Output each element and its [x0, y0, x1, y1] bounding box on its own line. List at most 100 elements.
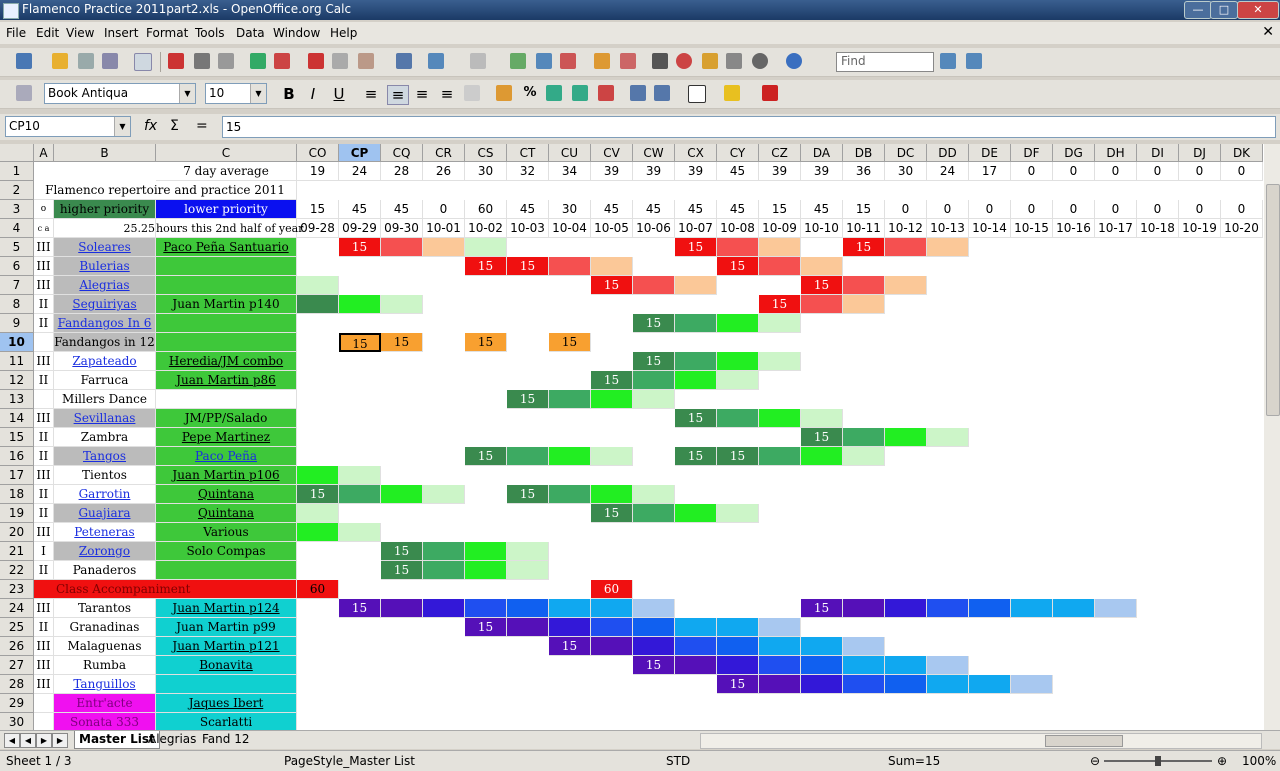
- row-source[interactable]: Heredia/JM combo: [156, 352, 297, 371]
- sort-descending-icon[interactable]: [560, 53, 576, 69]
- menu-format[interactable]: Format: [146, 26, 188, 40]
- styles-icon[interactable]: [16, 85, 32, 101]
- column-header[interactable]: CZ: [759, 144, 801, 162]
- cut-icon[interactable]: [308, 53, 324, 69]
- row-level[interactable]: II: [34, 447, 54, 466]
- hours-value[interactable]: 45: [507, 200, 549, 219]
- heat-cell[interactable]: 15: [339, 599, 381, 618]
- heat-cell[interactable]: [633, 485, 675, 504]
- page-preview-icon[interactable]: [218, 53, 234, 69]
- heat-cell[interactable]: [801, 409, 843, 428]
- heat-cell[interactable]: [759, 257, 801, 276]
- row-source[interactable]: [156, 257, 297, 276]
- row-name[interactable]: Millers Dance: [54, 390, 156, 409]
- row-header[interactable]: 22: [0, 561, 34, 580]
- average-value[interactable]: 17: [969, 162, 1011, 181]
- first-sheet-icon[interactable]: ◀: [4, 733, 20, 748]
- row-source[interactable]: Quintana: [156, 485, 297, 504]
- date-header[interactable]: 10-18: [1137, 219, 1179, 238]
- average-value[interactable]: 26: [423, 162, 465, 181]
- column-header[interactable]: CO: [297, 144, 339, 162]
- heat-cell[interactable]: [675, 504, 717, 523]
- heat-cell[interactable]: 15: [675, 447, 717, 466]
- date-header[interactable]: 10-12: [885, 219, 927, 238]
- row-header[interactable]: 12: [0, 371, 34, 390]
- row-header[interactable]: 7: [0, 276, 34, 295]
- zoom-icon[interactable]: [752, 53, 768, 69]
- menu-view[interactable]: View: [66, 26, 94, 40]
- percent-button[interactable]: %: [520, 85, 540, 100]
- row-header[interactable]: 15: [0, 428, 34, 447]
- heat-cell[interactable]: [969, 675, 1011, 694]
- date-header[interactable]: 10-08: [717, 219, 759, 238]
- row-header[interactable]: 29: [0, 694, 34, 713]
- average-value[interactable]: 32: [507, 162, 549, 181]
- heat-cell[interactable]: [885, 656, 927, 675]
- row-header[interactable]: 10: [0, 333, 34, 352]
- heat-cell[interactable]: [423, 238, 465, 257]
- heat-cell[interactable]: [507, 599, 549, 618]
- column-header[interactable]: DF: [1011, 144, 1053, 162]
- redo-icon[interactable]: [470, 53, 486, 69]
- heat-cell[interactable]: [381, 485, 423, 504]
- align-center-button[interactable]: ≡: [387, 85, 409, 105]
- email-icon[interactable]: [102, 53, 118, 69]
- heat-cell[interactable]: [423, 542, 465, 561]
- heat-cell[interactable]: [675, 276, 717, 295]
- heat-cell[interactable]: [633, 390, 675, 409]
- hours-value[interactable]: 15: [843, 200, 885, 219]
- heat-cell[interactable]: [759, 675, 801, 694]
- sort-ascending-icon[interactable]: [536, 53, 552, 69]
- row-name[interactable]: Entr'acte: [54, 694, 156, 713]
- row-header[interactable]: 27: [0, 656, 34, 675]
- export-pdf-icon[interactable]: [168, 53, 184, 69]
- menu-data[interactable]: Data: [236, 26, 265, 40]
- decrease-indent-icon[interactable]: [630, 85, 646, 101]
- date-header[interactable]: 10-01: [423, 219, 465, 238]
- heat-cell[interactable]: [507, 561, 549, 580]
- heat-cell[interactable]: 15: [717, 447, 759, 466]
- heat-cell[interactable]: 15: [801, 599, 843, 618]
- save-icon[interactable]: [78, 53, 94, 69]
- row-name[interactable]: Farruca: [54, 371, 156, 390]
- menu-help[interactable]: Help: [330, 26, 357, 40]
- horizontal-scrollbar[interactable]: [700, 733, 1262, 749]
- heat-cell[interactable]: [801, 257, 843, 276]
- date-header[interactable]: 10-09: [759, 219, 801, 238]
- paste-icon[interactable]: [358, 53, 374, 69]
- row-name[interactable]: Panaderos: [54, 561, 156, 580]
- row-name[interactable]: Bulerias: [54, 257, 156, 276]
- font-color-icon[interactable]: [762, 85, 778, 101]
- heat-cell[interactable]: [675, 656, 717, 675]
- row-source[interactable]: Solo Compas: [156, 542, 297, 561]
- row-level[interactable]: II: [34, 561, 54, 580]
- heat-cell[interactable]: [843, 428, 885, 447]
- heat-cell[interactable]: [759, 238, 801, 257]
- hours-value[interactable]: 0: [927, 200, 969, 219]
- average-value[interactable]: 39: [675, 162, 717, 181]
- row-source[interactable]: [156, 333, 297, 352]
- date-header[interactable]: 10-05: [591, 219, 633, 238]
- column-header[interactable]: DK: [1221, 144, 1263, 162]
- delete-decimal-icon[interactable]: [598, 85, 614, 101]
- row-header[interactable]: 9: [0, 314, 34, 333]
- row-source[interactable]: Jaques Ibert: [156, 694, 297, 713]
- heat-cell[interactable]: [507, 618, 549, 637]
- row-level[interactable]: III: [34, 276, 54, 295]
- row-source[interactable]: Various: [156, 523, 297, 542]
- find-replace-icon[interactable]: [652, 53, 668, 69]
- heat-cell[interactable]: [843, 675, 885, 694]
- row-name[interactable]: Sevillanas: [54, 409, 156, 428]
- font-size-select[interactable]: 10 ▼: [205, 83, 267, 104]
- row-header[interactable]: 25: [0, 618, 34, 637]
- hours-value[interactable]: 45: [591, 200, 633, 219]
- row-level[interactable]: III: [34, 675, 54, 694]
- merge-cells-icon[interactable]: [464, 85, 480, 101]
- minimize-button[interactable]: —: [1184, 1, 1212, 19]
- heat-cell[interactable]: [801, 675, 843, 694]
- heat-cell[interactable]: [591, 637, 633, 656]
- row-name[interactable]: Class Accompaniment: [34, 580, 297, 599]
- heat-cell[interactable]: 15: [549, 637, 591, 656]
- menu-file[interactable]: File: [6, 26, 26, 40]
- date-header[interactable]: 10-07: [675, 219, 717, 238]
